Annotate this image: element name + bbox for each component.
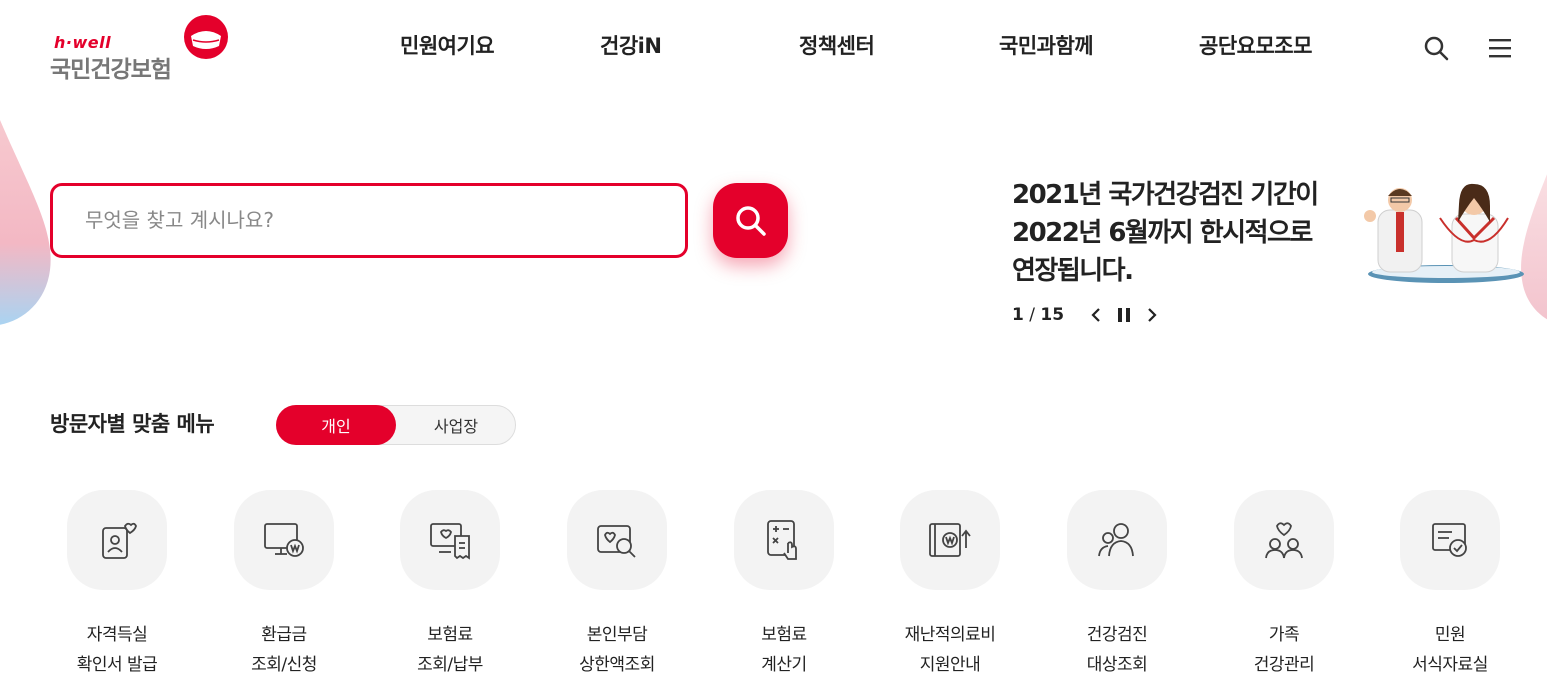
visitor-type-toggle: 개인 사업장: [276, 405, 516, 445]
menu-label-line: 지원안내: [919, 655, 981, 675]
decorative-drop-left: [0, 120, 51, 325]
menu-icon-tile: [67, 490, 167, 590]
menu-label-line: 환급금: [261, 625, 307, 645]
menu-label: 재난적의료비 지원안내: [875, 620, 1025, 680]
menu-icon-tile: [400, 490, 500, 590]
menu-label-line: 민원: [1434, 625, 1466, 645]
chevron-left-icon: [1091, 308, 1100, 322]
menu-label-line: 본인부담: [586, 625, 648, 645]
banner-controls: 1 / 15: [1012, 302, 1166, 328]
menu-label-line: 서식자료실: [1412, 655, 1488, 675]
site-logo[interactable]: h·well 국민건강보험: [48, 14, 238, 84]
logo-name-text: 국민건강보험: [50, 57, 172, 83]
nav-item-civil-service[interactable]: 민원여기요: [400, 30, 495, 60]
menu-icon-tile: [1400, 490, 1500, 590]
toggle-individual-button[interactable]: 개인: [276, 405, 396, 445]
menu-icon-tile: [567, 490, 667, 590]
quick-menu-grid: 자격득실 확인서 발급 환급금 조회/신청 보험료 조회/납부 본인부담 상한액…: [0, 490, 1547, 690]
banner-page-separator: /: [1029, 305, 1035, 325]
logo-mask-icon: [184, 15, 228, 59]
menu-label: 민원 서식자료실: [1375, 620, 1525, 680]
menu-label-line: 보험료: [761, 625, 807, 645]
menu-icon-tile: [234, 490, 334, 590]
menu-label: 보험료 계산기: [709, 620, 859, 680]
menu-label: 환급금 조회/신청: [209, 620, 359, 680]
search-submit-button[interactable]: [713, 183, 788, 258]
people-icon: [1098, 523, 1134, 557]
family-heart-icon: [1265, 522, 1303, 559]
document-check-icon: [1432, 523, 1467, 557]
id-card-heart-icon: [102, 522, 137, 559]
monitor-won-icon: [264, 523, 304, 557]
banner-current-page: 1: [1012, 305, 1024, 325]
menu-label-line: 대상조회: [1086, 655, 1148, 675]
menu-icon-tile: [734, 490, 834, 590]
menu-label: 보험료 조회/납부: [375, 620, 525, 680]
book-won-icon: [929, 523, 971, 557]
doctors-illustration: [1364, 183, 1524, 283]
menu-label-line: 건강검진: [1086, 625, 1148, 645]
nav-item-policy-center[interactable]: 정책센터: [799, 30, 875, 60]
menu-label-line: 확인서 발급: [76, 655, 158, 675]
nav-item-about-nhis[interactable]: 공단요모조모: [1199, 30, 1312, 60]
search-input[interactable]: [85, 200, 645, 240]
menu-label-line: 조회/납부: [417, 655, 483, 675]
menu-label-line: 조회/신청: [251, 655, 317, 675]
header-search-button[interactable]: [1420, 32, 1452, 64]
menu-label: 건강검진 대상조회: [1042, 620, 1192, 680]
chevron-right-icon: [1148, 308, 1157, 322]
search-icon: [735, 205, 766, 236]
search-icon: [1424, 36, 1449, 61]
menu-label: 본인부담 상한액조회: [542, 620, 692, 680]
nav-item-health-in[interactable]: 건강iN: [600, 30, 662, 60]
banner-line: 2021년 국가건강검진 기간이: [1012, 180, 1319, 210]
menu-label-line: 상한액조회: [579, 655, 655, 675]
banner-line: 2022년 6월까지 한시적으로: [1012, 218, 1313, 248]
banner-pager: 1 / 15: [1012, 305, 1064, 325]
toggle-business-button[interactable]: 사업장: [396, 405, 516, 445]
banner-prev-button[interactable]: [1082, 302, 1110, 328]
pause-icon: [1118, 308, 1131, 322]
hamburger-icon: [1489, 39, 1511, 58]
banner-text[interactable]: 2021년 국가건강검진 기간이 2022년 6월까지 한시적으로 연장됩니다.: [1012, 176, 1362, 290]
menu-label-line: 자격득실: [86, 625, 148, 645]
menu-label-line: 계산기: [761, 655, 807, 675]
menu-label-line: 보험료: [427, 625, 473, 645]
banner-pause-button[interactable]: [1110, 302, 1138, 328]
calculator-hand-icon: [767, 520, 797, 560]
menu-label: 가족 건강관리: [1209, 620, 1359, 680]
heart-search-icon: [597, 525, 636, 558]
nav-item-with-citizens[interactable]: 국민과함께: [999, 30, 1094, 60]
menu-label-line: 가족: [1268, 625, 1300, 645]
banner-total-pages: 15: [1040, 305, 1065, 325]
menu-label-line: 재난적의료비: [904, 625, 996, 645]
menu-icon-tile: [1234, 490, 1334, 590]
banner-next-button[interactable]: [1138, 302, 1166, 328]
menu-icon-tile: [1067, 490, 1167, 590]
menu-icon-tile: [900, 490, 1000, 590]
menu-label: 자격득실 확인서 발급: [42, 620, 192, 680]
header-menu-button[interactable]: [1484, 32, 1516, 64]
menu-label-line: 건강관리: [1253, 655, 1315, 675]
search-box: [50, 183, 688, 258]
monitor-receipt-icon: [430, 523, 470, 560]
banner-line: 연장됩니다.: [1012, 256, 1134, 286]
section-title: 방문자별 맞춤 메뉴: [50, 412, 215, 436]
